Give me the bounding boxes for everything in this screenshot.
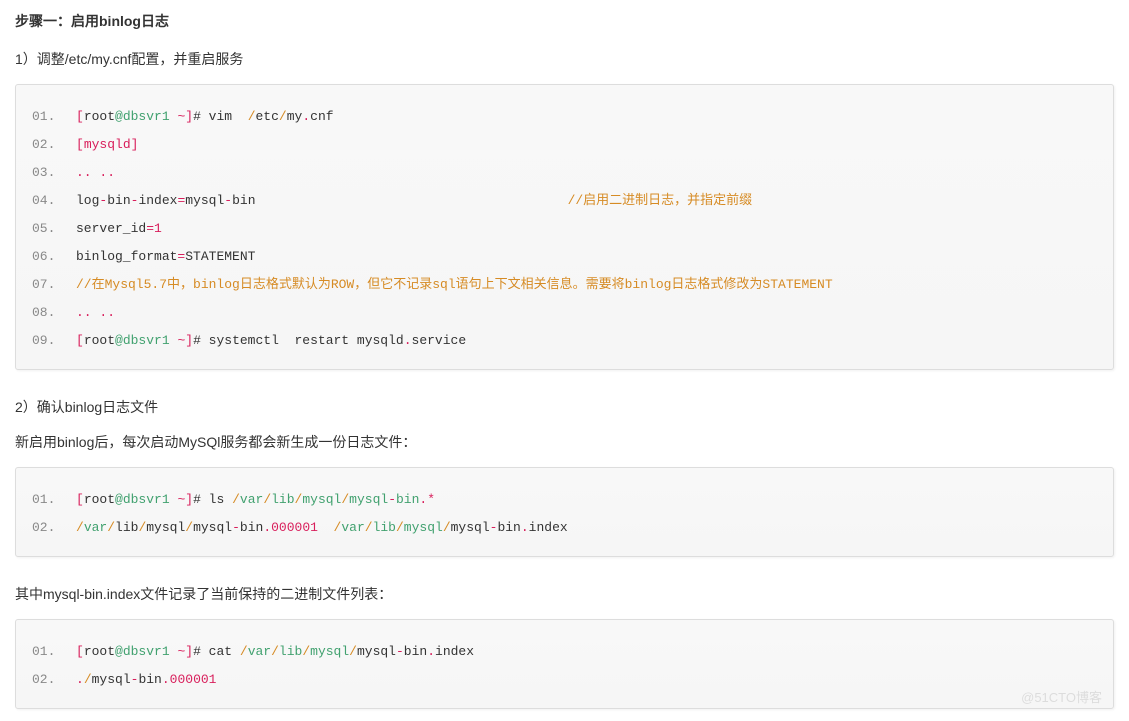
code-block-2: 01.[root@dbsvr1 ~]# ls /var/lib/mysql/my…	[15, 467, 1114, 557]
code-content: [root@dbsvr1 ~]# systemctl restart mysql…	[76, 327, 1097, 355]
line-number: 04.	[32, 187, 76, 215]
paragraph-1: 1）调整/etc/my.cnf配置，并重启服务	[15, 48, 1114, 72]
step-heading: 步骤一：启用binlog日志	[15, 10, 1114, 34]
code-content: log-bin-index=mysql-bin //启用二进制日志，并指定前缀	[76, 187, 1097, 215]
paragraph-2: 2）确认binlog日志文件	[15, 396, 1114, 420]
code-content: /var/lib/mysql/mysql-bin.000001 /var/lib…	[76, 514, 1097, 542]
line-number: 01.	[32, 486, 76, 514]
code-line: 08... ..	[32, 299, 1097, 327]
code-line: 05.server_id=1	[32, 215, 1097, 243]
paragraph-3: 新启用binlog后，每次启动MySQl服务都会新生成一份日志文件：	[15, 431, 1114, 455]
line-number: 03.	[32, 159, 76, 187]
line-number: 02.	[32, 131, 76, 159]
code-line: 01.[root@dbsvr1 ~]# cat /var/lib/mysql/m…	[32, 638, 1097, 666]
line-number: 01.	[32, 638, 76, 666]
code-line: 03... ..	[32, 159, 1097, 187]
code-content: //在Mysql5.7中，binlog日志格式默认为ROW，但它不记录sql语句…	[76, 271, 1097, 299]
code-content: .. ..	[76, 299, 1097, 327]
code-content: server_id=1	[76, 215, 1097, 243]
code-block-1: 01.[root@dbsvr1 ~]# vim /etc/my.cnf02.[m…	[15, 84, 1114, 370]
line-number: 06.	[32, 243, 76, 271]
line-number: 02.	[32, 514, 76, 542]
line-number: 09.	[32, 327, 76, 355]
code-content: ./mysql-bin.000001	[76, 666, 1097, 694]
code-content: binlog_format=STATEMENT	[76, 243, 1097, 271]
code-block-3: 01.[root@dbsvr1 ~]# cat /var/lib/mysql/m…	[15, 619, 1114, 709]
code-line: 02.[mysqld]	[32, 131, 1097, 159]
code-content: [root@dbsvr1 ~]# cat /var/lib/mysql/mysq…	[76, 638, 1097, 666]
line-number: 05.	[32, 215, 76, 243]
code-line: 01.[root@dbsvr1 ~]# ls /var/lib/mysql/my…	[32, 486, 1097, 514]
code-line: 02../mysql-bin.000001	[32, 666, 1097, 694]
line-number: 01.	[32, 103, 76, 131]
watermark-text: @51CTO博客	[1021, 687, 1102, 709]
code-content: [root@dbsvr1 ~]# vim /etc/my.cnf	[76, 103, 1097, 131]
code-line: 02./var/lib/mysql/mysql-bin.000001 /var/…	[32, 514, 1097, 542]
line-number: 08.	[32, 299, 76, 327]
code-content: [root@dbsvr1 ~]# ls /var/lib/mysql/mysql…	[76, 486, 1097, 514]
code-line: 01.[root@dbsvr1 ~]# vim /etc/my.cnf	[32, 103, 1097, 131]
line-number: 02.	[32, 666, 76, 694]
code-line: 06.binlog_format=STATEMENT	[32, 243, 1097, 271]
paragraph-4: 其中mysql-bin.index文件记录了当前保持的二进制文件列表：	[15, 583, 1114, 607]
code-line: 09.[root@dbsvr1 ~]# systemctl restart my…	[32, 327, 1097, 355]
code-line: 04.log-bin-index=mysql-bin //启用二进制日志，并指定…	[32, 187, 1097, 215]
code-content: [mysqld]	[76, 131, 1097, 159]
line-number: 07.	[32, 271, 76, 299]
code-line: 07.//在Mysql5.7中，binlog日志格式默认为ROW，但它不记录sq…	[32, 271, 1097, 299]
code-content: .. ..	[76, 159, 1097, 187]
